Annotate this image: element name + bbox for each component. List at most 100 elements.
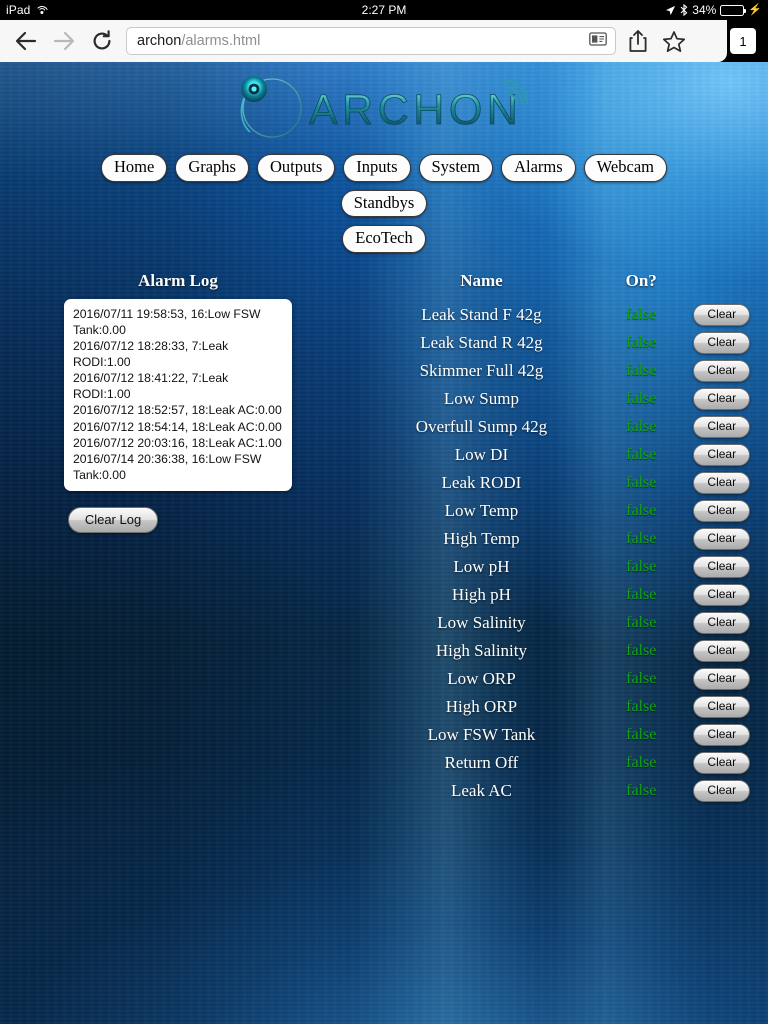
alarm-log-entry: 2016/07/14 20:36:38, 16:Low FSW Tank:0.0…: [73, 451, 283, 483]
alarm-log-title: Alarm Log: [0, 271, 356, 291]
clear-alarm-button[interactable]: Clear: [693, 360, 750, 382]
alarm-table-header-row: Name On?: [356, 271, 768, 301]
status-bar-right: 34% ⚡: [665, 3, 762, 17]
nav-button-system[interactable]: System: [419, 154, 494, 182]
table-row: Leak ACfalseClear: [356, 777, 768, 805]
alarm-action-cell: Clear: [676, 301, 768, 329]
clear-log-button[interactable]: Clear Log: [68, 507, 158, 533]
nav-button-graphs[interactable]: Graphs: [175, 154, 249, 182]
nav-button-ecotech[interactable]: EcoTech: [342, 225, 425, 253]
archon-spiral-icon: [241, 76, 301, 137]
clear-alarm-button[interactable]: Clear: [693, 332, 750, 354]
clear-alarm-button[interactable]: Clear: [693, 416, 750, 438]
page-body: ARCHON HomeGraphsOutputsInputsSystemAlar…: [0, 62, 768, 1024]
clear-alarm-button[interactable]: Clear: [693, 752, 750, 774]
column-header-name: Name: [356, 271, 607, 301]
alarm-table-head: Name On?: [356, 271, 768, 301]
alarm-state-value: false: [607, 721, 676, 749]
tab-count-button[interactable]: 1: [730, 28, 756, 54]
status-bar-clock: 2:27 PM: [0, 3, 768, 17]
nav-button-standbys[interactable]: Standbys: [341, 190, 428, 218]
alarm-state-value: false: [607, 413, 676, 441]
back-button[interactable]: [8, 24, 44, 58]
lightning-bolt-icon: ⚡: [748, 5, 762, 16]
alarm-state-value: false: [607, 777, 676, 805]
reload-icon: [91, 30, 113, 52]
alarm-name: Low Sump: [356, 385, 607, 413]
forward-arrow-icon: [52, 30, 76, 52]
clear-alarm-button[interactable]: Clear: [693, 780, 750, 802]
table-row: High pHfalse Clear: [356, 581, 768, 609]
alarm-name: Overfull Sump 42g: [356, 413, 607, 441]
alarm-action-cell: Clear: [676, 329, 768, 357]
table-row: Leak Stand R 42gfalseClear: [356, 329, 768, 357]
column-header-on: On?: [607, 271, 676, 301]
clear-alarm-button[interactable]: Clear: [693, 640, 750, 662]
alarm-state-value: false: [607, 497, 676, 525]
clear-alarm-button[interactable]: Clear: [693, 528, 750, 550]
alarm-log-entry: 2016/07/12 18:52:57, 18:Leak AC:0.00: [73, 402, 283, 418]
reload-button[interactable]: [84, 24, 120, 58]
back-arrow-icon: [14, 30, 38, 52]
clear-alarm-button[interactable]: Clear: [693, 388, 750, 410]
nav-button-outputs[interactable]: Outputs: [257, 154, 335, 182]
clear-alarm-button[interactable]: Clear: [693, 472, 750, 494]
alarm-action-cell: Clear: [676, 637, 768, 665]
alarm-table-column: Name On? Leak Stand F 42gfalseClearLeak …: [356, 271, 768, 805]
table-row: Low pHfalseClear: [356, 553, 768, 581]
alarm-state-value: false: [607, 441, 676, 469]
table-row: Skimmer Full 42gfalseClear: [356, 357, 768, 385]
alarm-state-value: false: [607, 609, 676, 637]
alarm-name: Low pH: [356, 553, 607, 581]
table-row: High ORPfalseClear: [356, 693, 768, 721]
alarm-action-cell: Clear: [676, 721, 768, 749]
alarm-state-value: false: [607, 693, 676, 721]
nav-button-webcam[interactable]: Webcam: [584, 154, 667, 182]
share-button[interactable]: [620, 24, 656, 58]
main-navigation-row-2: EcoTech: [0, 225, 768, 253]
alarm-log-entry: 2016/07/12 18:54:14, 18:Leak AC:0.00: [73, 419, 283, 435]
archon-logo: ARCHON: [234, 72, 534, 144]
alarm-state-value: false: [607, 469, 676, 497]
nav-button-alarms[interactable]: Alarms: [501, 154, 576, 182]
table-row: Return OfffalseClear: [356, 749, 768, 777]
reader-view-button[interactable]: [589, 32, 607, 50]
url-address-bar[interactable]: archon/alarms.html: [126, 27, 616, 55]
table-row: Overfull Sump 42gfalse Clear: [356, 413, 768, 441]
alarm-name: Leak Stand F 42g: [356, 301, 607, 329]
clear-alarm-button[interactable]: Clear: [693, 500, 750, 522]
alarm-log-box[interactable]: 2016/07/11 19:58:53, 16:Low FSW Tank:0.0…: [64, 299, 292, 491]
nav-button-home[interactable]: Home: [101, 154, 167, 182]
alarm-action-cell: Clear: [676, 665, 768, 693]
clear-log-button-wrap: Clear Log: [0, 507, 356, 533]
clear-alarm-button[interactable]: Clear: [693, 668, 750, 690]
alarm-action-cell: Clear: [676, 413, 768, 441]
forward-button[interactable]: [46, 24, 82, 58]
alarm-log-column: Alarm Log 2016/07/11 19:58:53, 16:Low FS…: [0, 271, 356, 533]
clear-alarm-button[interactable]: Clear: [693, 584, 750, 606]
main-content: Alarm Log 2016/07/11 19:58:53, 16:Low FS…: [0, 253, 768, 805]
alarm-state-value: false: [607, 329, 676, 357]
alarm-state-value: false: [607, 357, 676, 385]
alarm-state-value: false: [607, 581, 676, 609]
bookmark-button[interactable]: [656, 24, 692, 58]
main-navigation-row-1: Home Graphs Outputs Inputs SystemAlarms Webca…: [0, 154, 768, 217]
clear-alarm-button[interactable]: Clear: [693, 724, 750, 746]
alarm-name: High pH: [356, 581, 607, 609]
site-header: ARCHON: [0, 62, 768, 148]
clear-alarm-button[interactable]: Clear: [693, 696, 750, 718]
status-bar-left: iPad: [6, 3, 48, 17]
clear-alarm-button[interactable]: Clear: [693, 444, 750, 466]
clear-alarm-button[interactable]: Clear: [693, 304, 750, 326]
clear-alarm-button[interactable]: Clear: [693, 556, 750, 578]
alarm-name: Low DI: [356, 441, 607, 469]
alarm-status-table: Name On? Leak Stand F 42gfalseClearLeak …: [356, 271, 768, 805]
alarm-state-value: false: [607, 301, 676, 329]
clear-alarm-button[interactable]: Clear: [693, 612, 750, 634]
alarm-action-cell: Clear: [676, 693, 768, 721]
nav-button-inputs[interactable]: Inputs: [343, 154, 410, 182]
table-row: Low DIfalse Clear: [356, 441, 768, 469]
alarm-action-cell: Clear: [676, 385, 768, 413]
wifi-icon: [35, 5, 48, 16]
column-header-action: [676, 271, 768, 301]
